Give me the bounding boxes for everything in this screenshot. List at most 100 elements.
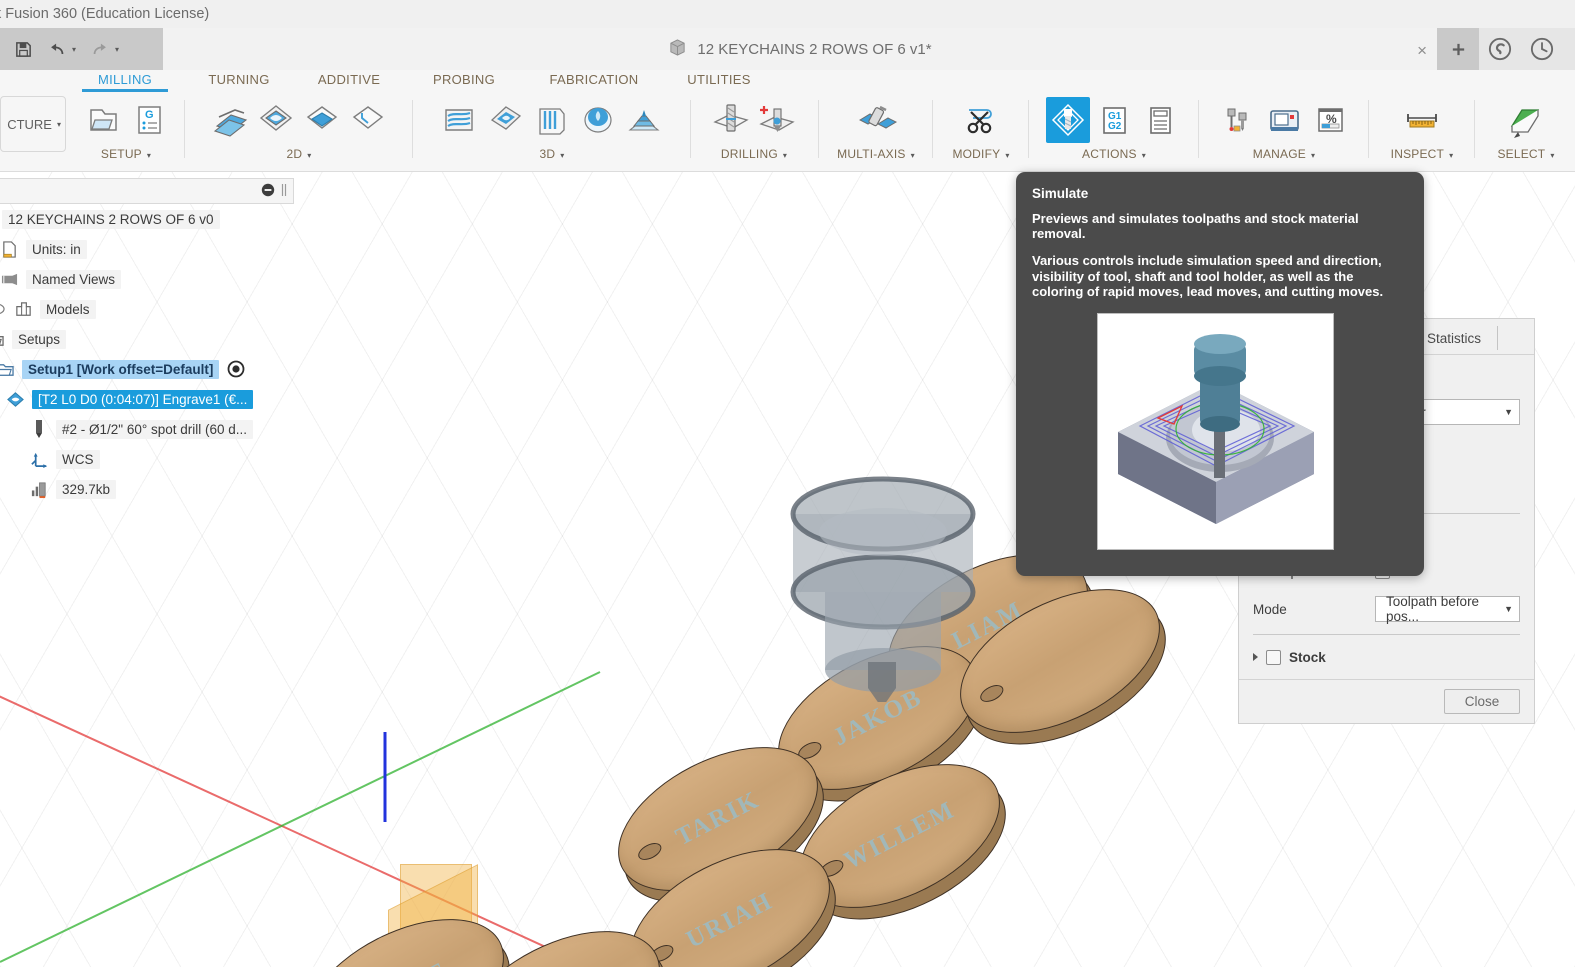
quick-access-toolbar: ▾ ▾ <box>0 28 163 70</box>
active-setup-radio-icon[interactable] <box>225 358 247 380</box>
panel-grip-icon[interactable] <box>281 183 287 200</box>
adaptive-3d-button[interactable] <box>438 97 482 143</box>
tab-milling[interactable]: MILLING <box>82 70 168 92</box>
inspect-label-text: INSPECT <box>1390 147 1445 161</box>
mode-dropdown-value: Toolpath before pos... <box>1386 594 1480 624</box>
chevron-down-icon: ▾ <box>56 119 61 129</box>
ribbon-group-3d-label[interactable]: 3D ▾ <box>418 147 686 161</box>
tree-item-wcs[interactable]: WCS <box>0 444 294 474</box>
clock-icon[interactable] <box>1521 28 1563 70</box>
close-button[interactable]: Close <box>1444 689 1520 714</box>
tab-turning[interactable]: TURNING <box>196 70 282 90</box>
eye-icon[interactable] <box>0 298 6 320</box>
tree-item-units[interactable]: Units: in <box>0 234 294 264</box>
browser-header-controls <box>261 183 287 200</box>
ribbon-group-actions-label[interactable]: ACTIONS ▾ <box>1034 147 1194 161</box>
tab-fabrication[interactable]: FABRICATION <box>534 70 654 90</box>
contour-2d-button[interactable] <box>346 97 390 143</box>
drilling-label-text: DRILLING <box>720 147 778 161</box>
ribbon-group-drilling-label[interactable]: DRILLING ▾ <box>696 147 812 161</box>
pocket-2d-button[interactable] <box>254 97 298 143</box>
chevron-down-icon: ▼ <box>1504 604 1513 614</box>
tree-item-label: #2 - Ø1/2" 60° spot drill (60 d... <box>56 419 254 439</box>
close-tab-icon[interactable]: × <box>1417 41 1427 61</box>
properties-footer: Close <box>1239 679 1534 723</box>
chevron-down-icon: ▾ <box>782 151 788 160</box>
tree-item-models[interactable]: Models <box>0 294 294 324</box>
adaptive-2d-button[interactable] <box>300 97 344 143</box>
multiaxis-label-text: MULTI-AXIS <box>837 147 906 161</box>
tab-utilities[interactable]: UTILITIES <box>672 70 766 90</box>
post-process-button[interactable]: G1 G2 <box>1092 97 1136 143</box>
mode-dropdown[interactable]: Toolpath before pos... ▼ <box>1375 594 1520 624</box>
save-icon[interactable] <box>14 40 33 59</box>
fusion360-window: k Fusion 360 (Education License) ▾ ▾ 12 … <box>0 0 1575 967</box>
section-header-stock[interactable]: Stock <box>1253 641 1520 673</box>
measure-button[interactable] <box>1396 97 1448 143</box>
drill-button[interactable] <box>709 97 753 143</box>
undo-icon[interactable] <box>47 41 67 58</box>
wcs-axis-icon <box>28 448 50 470</box>
ribbon-group-modify-label[interactable]: MODIFY ▾ <box>938 147 1024 161</box>
ribbon-group-select: SELECT ▾ <box>1480 94 1572 166</box>
tree-item-setups[interactable]: Setups <box>0 324 294 354</box>
chevron-right-icon[interactable] <box>1253 653 1258 661</box>
setup-new-button[interactable] <box>81 97 125 143</box>
setup-sheet-button[interactable] <box>1138 97 1182 143</box>
modify-label-text: MODIFY <box>952 147 1001 161</box>
tree-item-document[interactable]: 12 KEYCHAINS 2 ROWS OF 6 v0 <box>0 204 294 234</box>
ribbon-group-select-label[interactable]: SELECT ▾ <box>1480 147 1572 161</box>
tree-item-tool[interactable]: #2 - Ø1/2" 60° spot drill (60 d... <box>0 414 294 444</box>
browser-header: ER <box>0 178 294 204</box>
scallop-3d-button[interactable] <box>576 97 620 143</box>
tab-probing[interactable]: PROBING <box>420 70 508 90</box>
workspace-switcher[interactable]: CTURE ▾ <box>0 96 66 152</box>
tab-statistics[interactable]: Statistics <box>1427 331 1481 354</box>
machine-library-button[interactable] <box>1262 97 1306 143</box>
new-tab-button[interactable] <box>1437 28 1479 70</box>
ribbon-group-inspect-label[interactable]: INSPECT ▾ <box>1374 147 1470 161</box>
setup-ncprogram-button[interactable]: G <box>127 97 171 143</box>
drill-new-button[interactable] <box>755 97 799 143</box>
help-icon[interactable] <box>1479 28 1521 70</box>
trim-scissors-button[interactable] <box>959 97 1003 143</box>
ribbon-group-drilling: DRILLING ▾ <box>696 94 812 166</box>
feed-optimization-button[interactable]: % <box>1308 97 1352 143</box>
ribbon-group-manage-label[interactable]: MANAGE ▾ <box>1204 147 1364 161</box>
document-tab[interactable]: 12 KEYCHAINS 2 ROWS OF 6 v1* <box>163 28 1437 70</box>
face-2d-button[interactable] <box>208 97 252 143</box>
tool-library-button[interactable] <box>1216 97 1260 143</box>
redo-icon[interactable] <box>90 41 110 58</box>
pocket-3d-button[interactable] <box>484 97 528 143</box>
ribbon-group-2d-label[interactable]: 2D ▾ <box>190 147 408 161</box>
top-bar: ▾ ▾ 12 KEYCHAINS 2 ROWS OF 6 v1* × <box>0 28 1575 70</box>
parallel-3d-button[interactable] <box>530 97 574 143</box>
redo-dropdown-caret[interactable]: ▾ <box>115 45 119 54</box>
document-cube-icon <box>668 38 687 61</box>
ribbon-group-multiaxis-label[interactable]: MULTI-AXIS ▾ <box>824 147 928 161</box>
ribbon-group-setup-label[interactable]: SETUP ▾ <box>72 147 180 161</box>
tree-item-engrave1[interactable]: [T2 L0 D0 (0:04:07)] Engrave1 (€... <box>0 384 294 414</box>
spiral-3d-button[interactable] <box>622 97 666 143</box>
group-separator <box>1028 100 1029 158</box>
chevron-down-icon: ▾ <box>146 151 152 160</box>
undo-dropdown-caret[interactable]: ▾ <box>72 45 76 54</box>
tree-item-label: [T2 L0 D0 (0:04:07)] Engrave1 (€... <box>32 389 254 409</box>
svg-text:G: G <box>145 109 154 121</box>
application-title-bar: k Fusion 360 (Education License) <box>0 0 1575 28</box>
tab-additive[interactable]: ADDITIVE <box>306 70 392 90</box>
simulation-preview-image <box>1097 313 1334 550</box>
stock-section-checkbox[interactable] <box>1266 649 1281 665</box>
collapse-icon[interactable] <box>261 183 275 200</box>
chevron-down-icon: ▾ <box>910 151 915 160</box>
tree-item-statistics[interactable]: 329.7kb <box>0 474 294 504</box>
multiaxis-swarf-button[interactable] <box>850 97 902 143</box>
camera-icon <box>0 268 20 290</box>
manage-label-text: MANAGE <box>1252 147 1306 161</box>
application-name: k Fusion 360 (Education License) <box>0 6 210 22</box>
tree-item-setup1[interactable]: Setup1 [Work offset=Default] <box>0 354 294 384</box>
chevron-down-icon: ▾ <box>307 151 312 160</box>
tree-item-named-views[interactable]: Named Views <box>0 264 294 294</box>
select-paint-button[interactable] <box>1500 97 1552 143</box>
simulate-button[interactable] <box>1046 97 1090 143</box>
